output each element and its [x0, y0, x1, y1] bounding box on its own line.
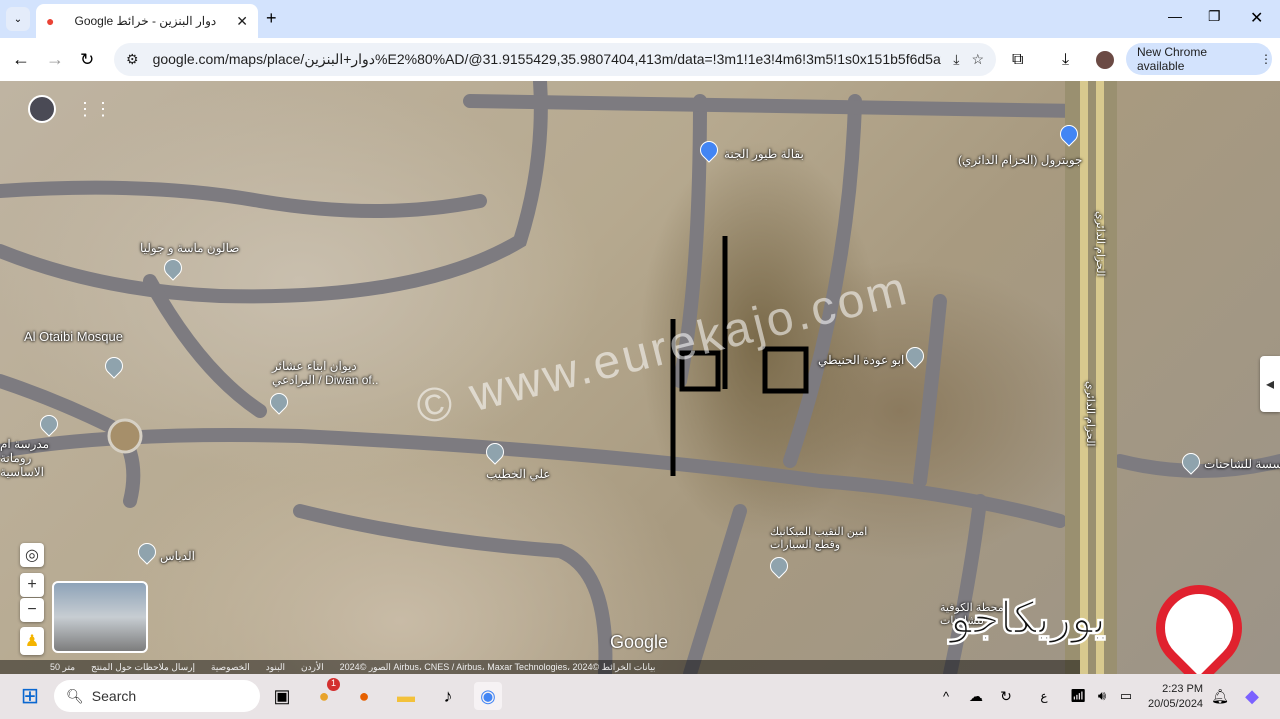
map-label[interactable]: امين النقيب الميكانيك وقطع السيارات	[770, 525, 880, 551]
logo-text: يوريكاجو	[949, 594, 1107, 644]
map-label[interactable]: جوبترول (الحزام الدائري)	[958, 153, 1082, 167]
map-label[interactable]: ابو عودة الحنيطي	[818, 353, 904, 367]
restore-button[interactable]: ❐	[1208, 8, 1221, 25]
new-chrome-button[interactable]: New Chrome available ⋮	[1126, 43, 1272, 75]
url-text: google.com/maps/place/دوار+البنزين%E2%80…	[152, 51, 942, 67]
toolbar: ← → ↻ ⚙ google.com/maps/place/دوار+البنز…	[0, 38, 1280, 81]
feedback-link[interactable]: إرسال ملاحظات حول المنتج	[91, 662, 195, 673]
reload-icon[interactable]: ↻	[80, 50, 94, 70]
new-tab-button[interactable]: +	[266, 8, 277, 29]
zoom-in-button[interactable]: +	[20, 573, 44, 597]
clock[interactable]: 2:23 PM 20/05/2024	[1148, 682, 1203, 712]
address-bar[interactable]: ⚙ google.com/maps/place/دوار+البنزين%E2%…	[114, 43, 996, 76]
search-icon: 🔍︎	[66, 687, 84, 704]
notification-badge: 1	[327, 678, 340, 691]
map-attribution: 50 متر إرسال ملاحظات حول المنتج الخصوصية…	[0, 660, 1080, 674]
apps-grid-icon[interactable]: ⋮⋮	[76, 99, 112, 120]
minimize-button[interactable]: —	[1168, 8, 1182, 24]
user-avatar[interactable]	[28, 95, 56, 123]
collapse-panel-button[interactable]: ◂	[1260, 356, 1280, 412]
install-app-icon[interactable]: ⤓	[953, 51, 959, 68]
map-label[interactable]: ديوان ابناء عشائر	[272, 359, 357, 373]
tab-google-maps[interactable]: ● دوار البنزين - خرائط Google ✕	[36, 4, 258, 38]
search-label: Search	[91, 688, 137, 704]
tiktok-icon[interactable]: ♪	[434, 682, 462, 710]
taskbar-search[interactable]: 🔍︎ Search	[54, 680, 260, 712]
task-view-icon[interactable]: ▣	[268, 682, 296, 710]
map-label[interactable]: الدباس	[160, 549, 195, 563]
date: 20/05/2024	[1148, 698, 1204, 710]
download-icon[interactable]: ⤓	[1062, 51, 1069, 69]
scale-bar[interactable]: 50 متر	[50, 662, 75, 673]
privacy-link[interactable]: الخصوصية	[211, 662, 250, 673]
map-label[interactable]: مؤسسة للشاحنات	[1204, 457, 1280, 471]
firefox-icon[interactable]: ●	[350, 682, 378, 710]
tab-search-button[interactable]: ⌄	[6, 7, 30, 31]
road-label: الحزام الدائري	[1094, 211, 1106, 277]
file-explorer-icon[interactable]: ▬	[392, 682, 420, 710]
show-hidden-icons[interactable]: ^	[932, 682, 960, 710]
google-logo: Google	[610, 632, 669, 652]
extensions-icon[interactable]: ⧉	[1012, 51, 1023, 69]
map-label[interactable]: مدرسة ام رومانة الاساسية	[0, 437, 60, 479]
site-info-icon[interactable]: ⚙	[126, 51, 139, 68]
close-window-button[interactable]: ✕	[1250, 8, 1263, 28]
menu-dots-icon[interactable]: ⋮	[1260, 52, 1272, 66]
map-label[interactable]: البرادعي / Diwan of..	[272, 373, 378, 387]
sync-icon[interactable]: ↻	[992, 682, 1020, 710]
map-label[interactable]: صالون ماسة و جوليا	[140, 241, 239, 255]
imagery-credit: الصور ©2024 Airbus، CNES / Airbus، Maxar…	[339, 661, 656, 672]
battery-icon[interactable]: ▭	[1112, 682, 1140, 710]
bookmark-star-icon[interactable]: ☆	[971, 51, 984, 68]
map-label[interactable]: بقالة طيور الجنة	[724, 147, 804, 161]
back-icon[interactable]: ←	[12, 49, 30, 70]
taskbar: ⊞ 🔍︎ Search ▣ ● 1 ● ▬ ♪ ◉ ^ ☁ ↻ ع 📶︎ 🔊︎ ▭ …	[0, 674, 1280, 719]
tab-bar: ⌄ ● دوار البنزين - خرائط Google ✕ + — ❐ …	[0, 0, 1280, 38]
street-view-thumbnail[interactable]	[52, 581, 148, 653]
forward-icon[interactable]: →	[46, 49, 64, 70]
logo-pin-icon	[1138, 567, 1260, 674]
pegman-button[interactable]: ♟	[20, 627, 44, 655]
map-label[interactable]: علي الخطيب	[486, 467, 550, 481]
notifications-icon[interactable]: 🔔︎	[1206, 682, 1234, 710]
zoom-out-button[interactable]: −	[20, 598, 44, 622]
maps-pin-icon: ●	[46, 13, 55, 29]
region-link[interactable]: الأردن	[301, 662, 324, 673]
my-location-button[interactable]: ◎	[20, 543, 44, 567]
windows-start-icon[interactable]: ⊞	[16, 682, 44, 710]
chrome-icon[interactable]: ◉	[474, 682, 502, 710]
language-indicator[interactable]: ع	[1030, 682, 1058, 710]
profile-avatar[interactable]	[1096, 50, 1114, 69]
close-tab-icon[interactable]: ✕	[236, 13, 248, 30]
map-label[interactable]: Al Otaibi Mosque	[24, 329, 123, 344]
pegman-icon: ♟	[24, 633, 40, 650]
copilot-icon[interactable]: ◆	[1238, 682, 1266, 710]
map-satellite[interactable]: © www.eurekajo.com صالون ماسة و جوليا Al…	[0, 81, 1280, 674]
widgets-icon[interactable]: ● 1	[310, 678, 340, 710]
tab-title: دوار البنزين - خرائط Google	[74, 14, 217, 28]
time: 2:23 PM	[1162, 683, 1204, 695]
onedrive-icon[interactable]: ☁	[962, 682, 990, 710]
road-label: الحزام الدائري	[1084, 381, 1096, 447]
location-icon: ◎	[25, 547, 39, 564]
new-chrome-label: New Chrome available	[1137, 45, 1208, 73]
terms-link[interactable]: البنود	[266, 662, 285, 673]
